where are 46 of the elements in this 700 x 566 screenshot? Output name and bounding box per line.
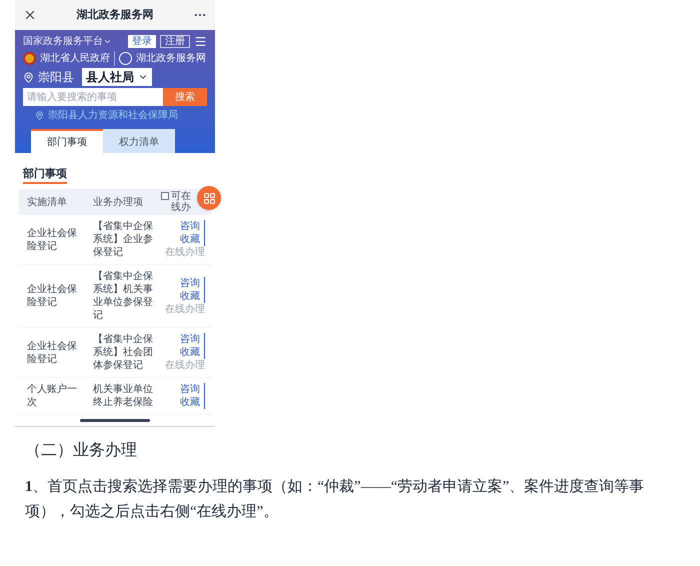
section-heading: （二）业务办理 [25,440,138,461]
office-name: 崇阳县人力资源和社会保障局 [48,108,178,123]
close-icon[interactable] [23,8,37,22]
table-cell-text: 【省集中企保系统】社会团体参保登记 [92,333,154,372]
emblem-icon [23,52,36,65]
home-indicator [80,419,150,422]
register-button[interactable]: 注册 [160,35,190,48]
action-link[interactable]: 收藏 [180,290,205,302]
gov-logo-text: 湖北省人民政府 [40,51,115,66]
table-cell-text: 企业社会保险登记 [26,340,78,366]
action-link[interactable]: 收藏 [180,346,205,359]
column-header: 实施清单 [26,196,68,210]
action-link[interactable]: 收藏 [180,233,205,246]
location-icon [23,72,34,82]
caret-icon [103,37,112,46]
platform-dropdown[interactable]: 国家政务服务平台 [23,34,112,49]
action-link[interactable]: 咨询 [180,383,205,396]
column-header: 业务办理项 [92,196,144,210]
floating-grid-button[interactable] [197,186,221,210]
search-button[interactable]: 搜索 [163,88,207,106]
login-button[interactable]: 登录 [128,35,156,48]
portal-logo-text: 湖北政务服务网 [136,52,206,66]
instruction-paragraph: 1、首页点击搜索选择需要办理的事项（如：“仲裁”——“劳动者申请立案”、案件进度查询等事项），勾选之后点击右侧“在线办理”。 [25,477,646,522]
filter-label: 可在线办 [171,191,192,213]
menu-icon[interactable] [194,35,207,48]
table-cell-text: 【省集中企保系统】企业参保登记 [92,220,154,259]
search-field[interactable]: 请输入要搜索的事项 [23,88,163,106]
action-link[interactable]: 咨询 [180,276,205,290]
action-link[interactable]: 收藏 [180,396,205,409]
table-cell-text: 企业社会保险登记 [26,283,78,309]
window-title: 湖北政务服务网 [76,8,154,23]
table-cell-text: 企业社会保险登记 [26,226,78,252]
checkbox[interactable] [161,192,169,200]
county-label: 崇阳县 [38,69,74,86]
grid-icon [202,192,216,204]
table-cell-text: 个人账户一次 [26,383,78,409]
department-dropdown[interactable]: 县人社局 [82,68,152,86]
action-link[interactable]: 咨询 [180,220,205,233]
tab[interactable]: 权力清单 [103,129,175,153]
section-title: 部门事项 [23,168,67,184]
tab[interactable]: 部门事项 [31,129,103,153]
action-link[interactable]: 咨询 [180,333,205,346]
location-icon [35,111,44,120]
table-cell-text: 【省集中企保系统】机关事业单位参保登记 [92,270,154,322]
portal-logo-icon [119,52,132,65]
table-cell-text: 机关事业单位终止养老保险 [92,383,154,409]
